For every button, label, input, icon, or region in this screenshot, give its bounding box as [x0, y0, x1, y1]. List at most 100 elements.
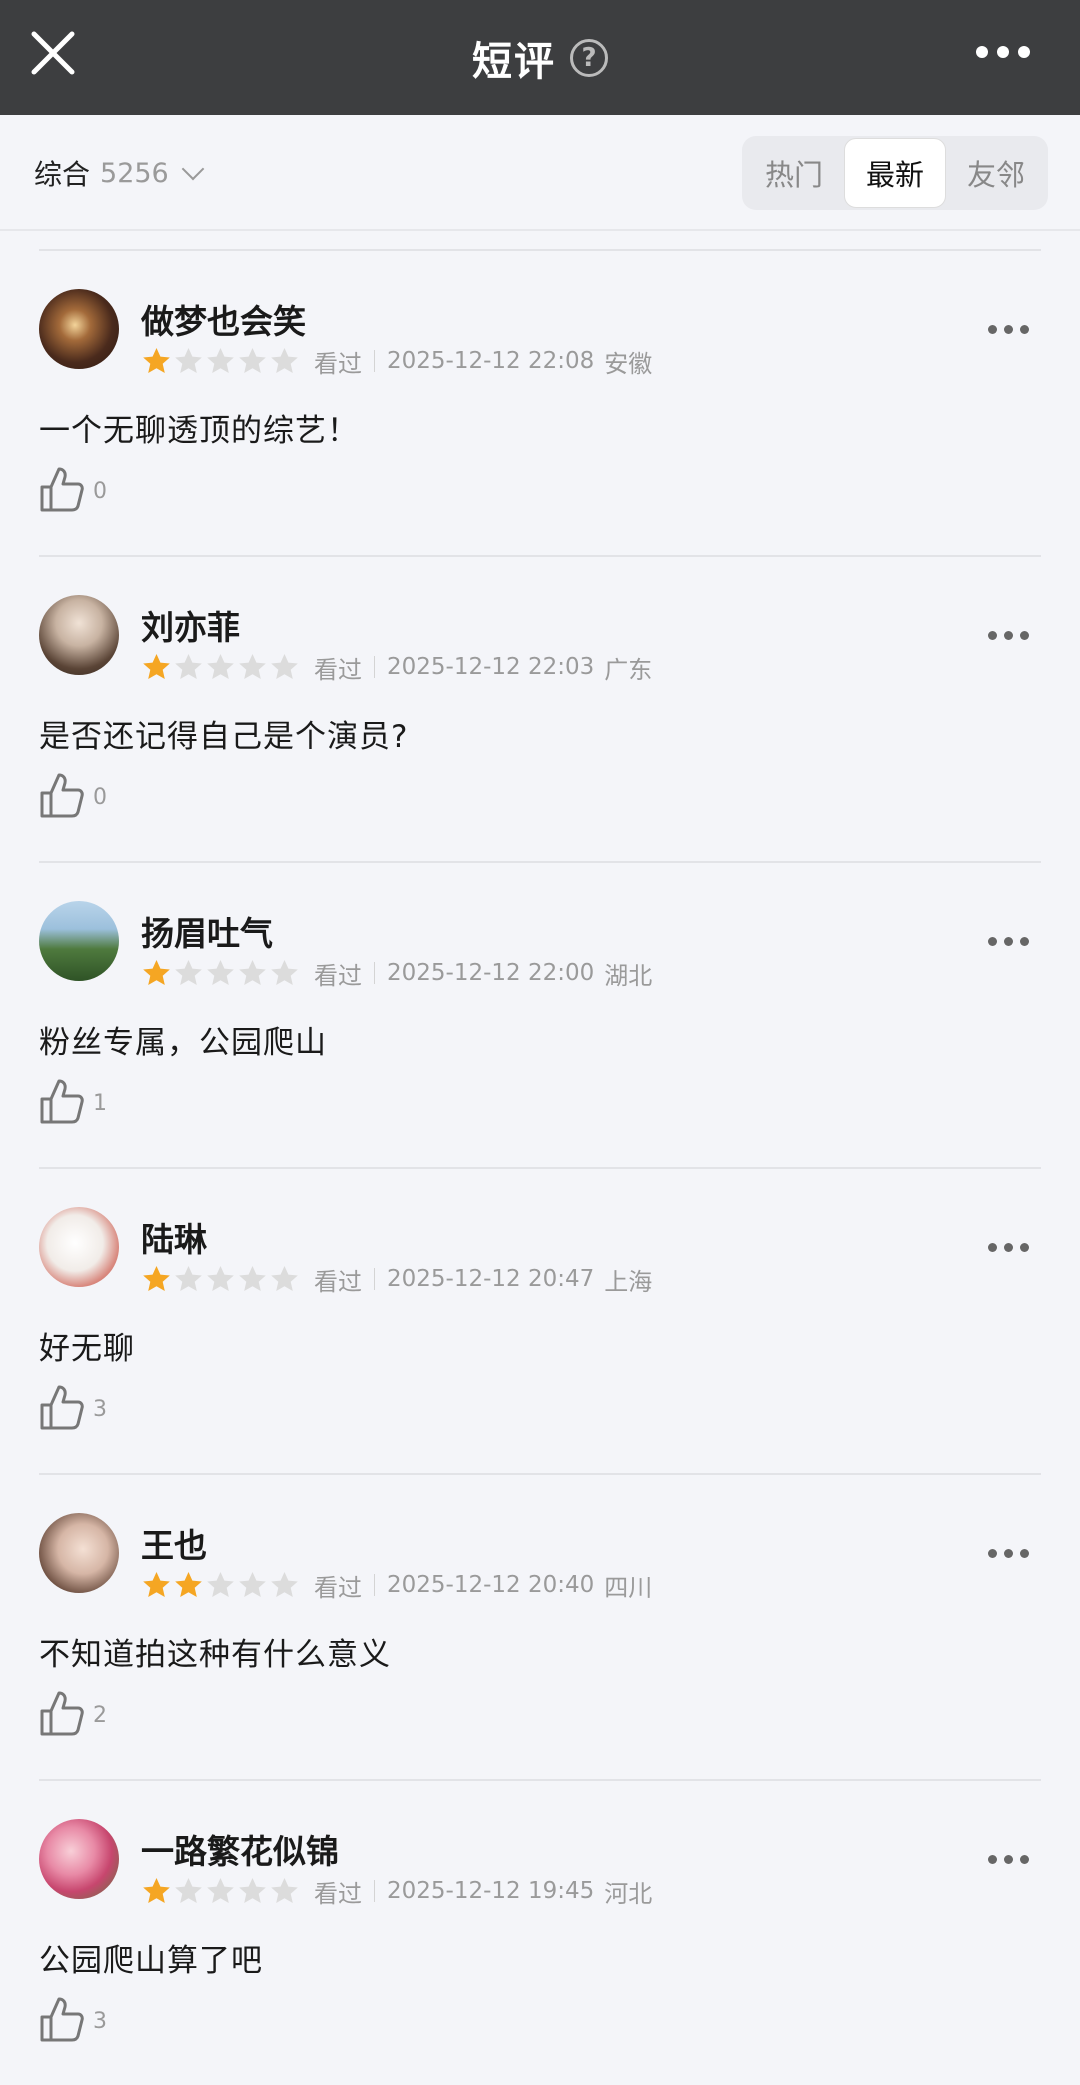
review-more-button[interactable] [988, 1243, 1029, 1252]
divider [374, 962, 375, 984]
watch-status: 看过 [314, 655, 362, 684]
dot-icon [988, 1549, 997, 1558]
star-icon [239, 1571, 266, 1597]
dot-icon [988, 325, 997, 334]
thumbs-up-icon [40, 1385, 84, 1430]
like-button[interactable]: 0 [39, 465, 107, 513]
like-count: 1 [93, 1090, 107, 1116]
divider [374, 656, 375, 678]
watch-status: 看过 [314, 349, 362, 378]
tab-friends[interactable]: 友邻 [946, 138, 1046, 208]
review-meta: 看过 2025-12-12 20:47 上海 [141, 1261, 652, 1297]
review-content: 好无聊 [39, 1331, 135, 1367]
reviewer-name[interactable]: 刘亦菲 [141, 601, 240, 649]
reviewer-name[interactable]: 陆琳 [141, 1213, 207, 1261]
star-icon [175, 959, 202, 985]
avatar[interactable] [39, 1513, 119, 1593]
review-content: 公园爬山算了吧 [39, 1943, 263, 1979]
watch-status: 看过 [314, 1573, 362, 1602]
dot-icon [997, 46, 1009, 58]
star-icon [175, 347, 202, 373]
avatar[interactable] [39, 289, 119, 369]
review-item: 扬眉吐气 看过 2025-12-12 22:00 湖北 粉丝专属，公园爬山 1 [39, 861, 1041, 1167]
star-icon [271, 1571, 298, 1597]
review-time: 2025-12-12 22:03 [387, 654, 595, 680]
review-more-button[interactable] [988, 631, 1029, 640]
star-icon [143, 1877, 170, 1903]
review-item: 做梦也会笑 看过 2025-12-12 22:08 安徽 一个无聊透顶的综艺！ … [39, 249, 1041, 555]
like-button[interactable]: 2 [39, 1689, 107, 1737]
review-more-button[interactable] [988, 1855, 1029, 1864]
dot-icon [1004, 631, 1013, 640]
review-item: 一路繁花似锦 看过 2025-12-12 19:45 河北 公园爬山算了吧 3 [39, 1779, 1041, 2085]
star-icon [175, 1877, 202, 1903]
thumbs-up-icon [40, 1691, 84, 1736]
star-icon [239, 1265, 266, 1291]
star-icon [239, 1877, 266, 1903]
sort-label: 综合 [34, 158, 91, 191]
star-icon [271, 1265, 298, 1291]
review-location: 河北 [604, 1879, 653, 1908]
avatar[interactable] [39, 901, 119, 981]
star-icon [271, 959, 298, 985]
avatar[interactable] [39, 1207, 119, 1287]
thumbs-up-icon [40, 1079, 84, 1124]
review-meta: 看过 2025-12-12 19:45 河北 [141, 1873, 652, 1909]
avatar[interactable] [39, 595, 119, 675]
dot-icon [988, 1855, 997, 1864]
like-button[interactable]: 0 [39, 771, 107, 819]
star-icon [271, 653, 298, 679]
dot-icon [988, 937, 997, 946]
dot-icon [988, 1243, 997, 1252]
rating-stars [141, 652, 300, 683]
like-button[interactable]: 1 [39, 1077, 107, 1125]
star-icon [207, 1571, 234, 1597]
review-content: 粉丝专属，公园爬山 [39, 1025, 327, 1061]
dot-icon [1004, 937, 1013, 946]
review-more-button[interactable] [988, 325, 1029, 334]
rating-stars [141, 1264, 300, 1295]
reviewer-name[interactable]: 做梦也会笑 [141, 295, 306, 343]
review-content: 是否还记得自己是个演员? [39, 719, 409, 755]
dot-icon [1018, 46, 1030, 58]
sort-tabs: 热门 最新 友邻 [742, 136, 1048, 210]
divider [374, 1574, 375, 1596]
dot-icon [1020, 937, 1029, 946]
dot-icon [1004, 1855, 1013, 1864]
review-meta: 看过 2025-12-12 20:40 四川 [141, 1567, 652, 1603]
help-icon[interactable]: ? [570, 38, 608, 77]
reviewer-name[interactable]: 扬眉吐气 [141, 907, 273, 955]
review-item: 刘亦菲 看过 2025-12-12 22:03 广东 是否还记得自己是个演员? … [39, 555, 1041, 861]
tab-hot[interactable]: 热门 [744, 138, 844, 208]
tab-latest[interactable]: 最新 [844, 138, 946, 208]
like-button[interactable]: 3 [39, 1995, 107, 2043]
dot-icon [1004, 1549, 1013, 1558]
review-time: 2025-12-12 20:40 [387, 1572, 595, 1598]
reviewer-name[interactable]: 王也 [141, 1519, 207, 1567]
dot-icon [1020, 1855, 1029, 1864]
more-options-button[interactable] [976, 46, 1030, 58]
star-icon [207, 1877, 234, 1903]
review-more-button[interactable] [988, 937, 1029, 946]
watch-status: 看过 [314, 961, 362, 990]
review-location: 安徽 [604, 349, 653, 378]
reviewer-name[interactable]: 一路繁花似锦 [141, 1825, 339, 1873]
star-icon [207, 347, 234, 373]
review-meta: 看过 2025-12-12 22:00 湖北 [141, 955, 652, 991]
review-time: 2025-12-12 22:00 [387, 960, 595, 986]
review-more-button[interactable] [988, 1549, 1029, 1558]
top-bar: 短评 ? [0, 0, 1080, 115]
star-icon [239, 959, 266, 985]
star-icon [271, 1877, 298, 1903]
review-time: 2025-12-12 19:45 [387, 1878, 595, 1904]
sort-dropdown[interactable]: 综合 5256 [34, 153, 205, 193]
dot-icon [1020, 325, 1029, 334]
like-button[interactable]: 3 [39, 1383, 107, 1431]
avatar[interactable] [39, 1819, 119, 1899]
review-time: 2025-12-12 20:47 [387, 1266, 595, 1292]
star-icon [143, 959, 170, 985]
rating-stars [141, 1570, 300, 1601]
star-icon [143, 1265, 170, 1291]
thumbs-up-icon [40, 467, 84, 512]
divider [374, 1880, 375, 1902]
